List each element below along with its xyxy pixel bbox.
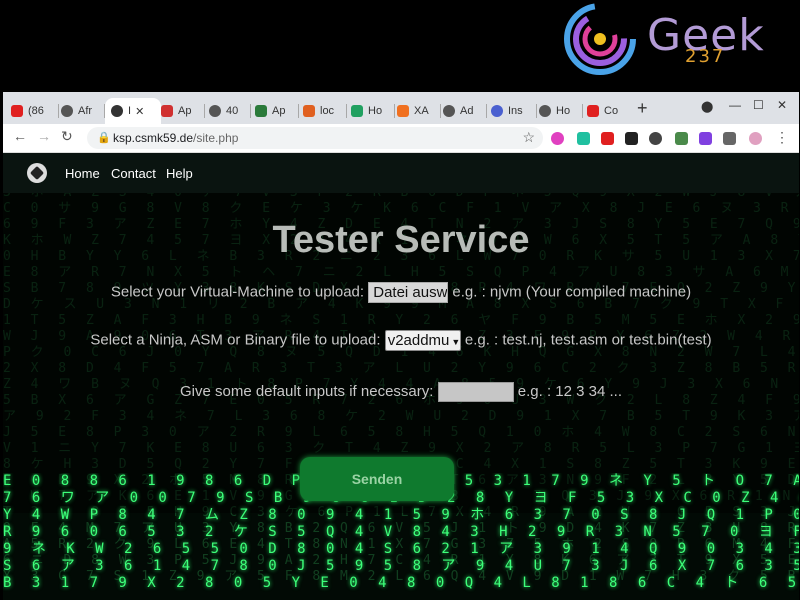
forward-icon[interactable]: → (37, 128, 51, 144)
logo-number: 237 (685, 46, 726, 67)
site-navbar: Home Contact Help (3, 153, 799, 193)
browser-toolbar: ← → ↻ 🔒 ksp.csmk59.de/site.php ☆ ⋮ (3, 124, 799, 153)
file-hint: e.g. : test.nj, test.asm or test.bin(tes… (464, 331, 712, 349)
tab-search-icon[interactable]: ⬤ (701, 100, 713, 113)
file-upload-row: Select a Ninja, ASM or Binary file to up… (3, 330, 799, 351)
vm-upload-row: Select your Virtual-Machine to upload: D… (3, 282, 799, 303)
app-icon (491, 105, 503, 117)
close-window-icon[interactable]: ✕ (777, 98, 787, 112)
file-select[interactable]: v2addmu ▼ (384, 330, 461, 351)
youtube-extension-icon[interactable] (601, 132, 614, 145)
default-inputs-field[interactable] (437, 382, 514, 402)
tab[interactable]: 40 (209, 98, 251, 124)
globe-icon (61, 105, 73, 117)
minimize-icon[interactable]: — (729, 98, 741, 112)
inputs-label: Give some default inputs if necessary: (179, 382, 434, 400)
tab[interactable]: Ap (161, 98, 205, 124)
tab[interactable]: Co (587, 98, 631, 124)
tab[interactable]: Ho (351, 98, 395, 124)
vm-file-button[interactable]: Datei ausw (368, 282, 449, 303)
tab[interactable]: Afr (61, 98, 105, 124)
senden-button[interactable]: Senden (300, 457, 454, 501)
geek237-logo: Geek 237 (560, 0, 800, 78)
url-text[interactable]: ksp.csmk59.de/site.php (113, 131, 238, 145)
extensions-puzzle-icon[interactable] (723, 132, 736, 145)
close-tab-icon[interactable]: ✕ (135, 105, 144, 118)
chevron-down-icon: ▼ (451, 337, 461, 347)
reload-icon[interactable]: ↻ (61, 128, 73, 145)
browser-window: (86 Afr I ✕ Ap 40 Ap loc Ho XA Ad Ins Ho … (3, 92, 799, 600)
globe-icon (443, 105, 455, 117)
xampp-icon (397, 105, 409, 117)
page-content: W 9 Y 2 K A 7 ア ミ 3 X 8 B F 1 Q 5 レ 2 H … (3, 153, 799, 600)
profile-avatar[interactable] (749, 132, 762, 145)
address-bar[interactable]: 🔒 ksp.csmk59.de/site.php ☆ (87, 127, 543, 149)
tab[interactable]: Ins (491, 98, 537, 124)
tab[interactable]: (86 (11, 98, 59, 124)
tab[interactable]: Ad (443, 98, 487, 124)
tab[interactable]: Ap (255, 98, 299, 124)
app-icon (587, 105, 599, 117)
maximize-icon[interactable]: ☐ (753, 98, 764, 112)
tab[interactable]: loc (303, 98, 347, 124)
menu-icon[interactable]: ⋮ (775, 129, 789, 146)
site-logo-icon[interactable] (27, 163, 47, 183)
wordpress-icon[interactable] (649, 132, 662, 145)
nav-help[interactable]: Help (166, 166, 193, 181)
inputs-hint: e.g. : 12 3 34 ... (517, 382, 623, 400)
nav-home[interactable]: Home (65, 166, 100, 181)
extension-icon[interactable] (625, 132, 638, 145)
youtube-icon (11, 105, 23, 117)
app-icon (351, 105, 363, 117)
page-title: Tester Service (272, 219, 530, 261)
app-icon (161, 105, 173, 117)
tab[interactable]: XA (397, 98, 441, 124)
site-icon (111, 105, 123, 117)
logo-swirl-icon (564, 3, 636, 75)
vm-hint: e.g. : njvm (Your compiled machine) (452, 283, 692, 301)
back-icon[interactable]: ← (13, 128, 27, 144)
extension-icon[interactable] (699, 132, 712, 145)
extension-icon[interactable] (577, 132, 590, 145)
chart-icon (303, 105, 315, 117)
tab-active[interactable]: I ✕ (105, 98, 161, 124)
extension-icon[interactable] (675, 132, 688, 145)
tab-strip: (86 Afr I ✕ Ap 40 Ap loc Ho XA Ad Ins Ho … (3, 92, 799, 124)
lock-icon: 🔒 (97, 132, 111, 144)
inputs-row: Give some default inputs if necessary: e… (3, 382, 799, 402)
extension-icon[interactable] (551, 132, 564, 145)
nav-contact[interactable]: Contact (111, 166, 156, 181)
globe-icon (209, 105, 221, 117)
new-tab-button[interactable]: + (637, 98, 648, 119)
globe-icon (539, 105, 551, 117)
app-icon (255, 105, 267, 117)
file-label: Select a Ninja, ASM or Binary file to up… (90, 331, 381, 349)
tab[interactable]: Ho (539, 98, 583, 124)
vm-label: Select your Virtual-Machine to upload: (110, 283, 365, 301)
bookmark-star-icon[interactable]: ☆ (522, 129, 535, 146)
